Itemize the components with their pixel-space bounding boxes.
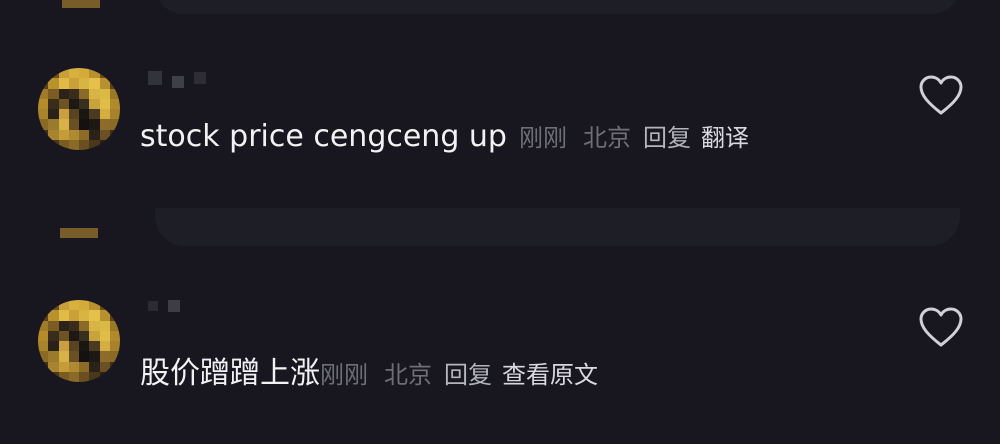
reply-button[interactable]: 回复 [444,355,492,390]
avatar[interactable] [38,68,120,150]
heart-outline-icon[interactable] [918,306,964,348]
previous-avatar-stub [62,0,100,8]
comment-location: 北京 [384,361,432,389]
comment-time: 刚刚 [518,124,567,152]
reply-button[interactable]: 回复 [643,118,691,153]
reply-bubble [155,208,960,246]
username-obscured[interactable] [148,68,206,88]
avatar-stub [60,228,98,238]
previous-reply-bubble [155,0,960,14]
comment-body: stock price cengceng up [140,119,507,154]
heart-outline-icon[interactable] [918,74,964,116]
comment-text-row: 股价蹭蹭上涨 刚刚 北京 回复 查看原文 [140,348,598,392]
view-original-button[interactable]: 查看原文 [502,355,598,390]
comment-text-row: stock price cengceng up 刚刚 北京 回复 翻译 [140,118,749,154]
avatar[interactable] [38,300,120,382]
username-obscured[interactable] [148,300,180,312]
comment-item: 股价蹭蹭上涨 刚刚 北京 回复 查看原文 [0,292,1000,412]
comment-location: 北京 [582,124,631,152]
comment-item: stock price cengceng up 刚刚 北京 回复 翻译 [0,60,1000,200]
comment-body: 股价蹭蹭上涨 [140,356,320,391]
translate-button[interactable]: 翻译 [701,118,749,153]
comments-screen: stock price cengceng up 刚刚 北京 回复 翻译 股价蹭蹭… [0,0,1000,444]
comment-time: 刚刚 [320,361,368,389]
